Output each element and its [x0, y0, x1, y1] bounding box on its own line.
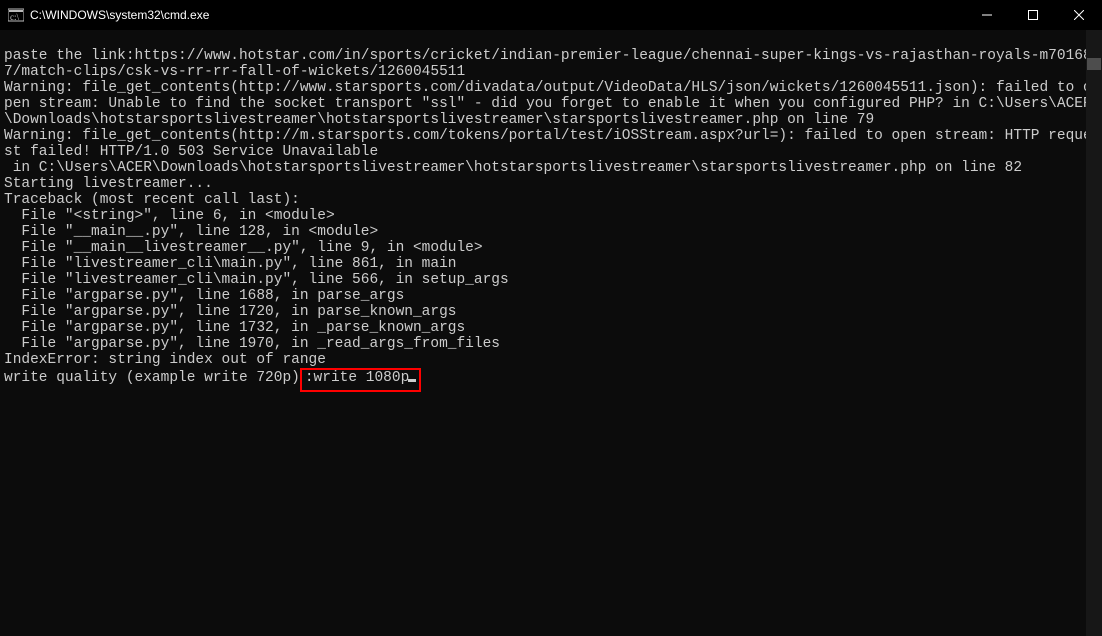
text-cursor: [408, 379, 416, 382]
output-line: File "livestreamer_cli\main.py", line 56…: [4, 272, 1098, 288]
window-controls: [964, 0, 1102, 30]
output-line: File "argparse.py", line 1970, in _read_…: [4, 336, 1098, 352]
minimize-button[interactable]: [964, 0, 1010, 30]
output-line: Starting livestreamer...: [4, 176, 1098, 192]
output-line: Warning: file_get_contents(http://www.st…: [4, 80, 1098, 128]
output-line: File "__main__.py", line 128, in <module…: [4, 224, 1098, 240]
maximize-button[interactable]: [1010, 0, 1056, 30]
highlighted-input: :write 1080p: [300, 368, 421, 392]
output-line: File "argparse.py", line 1732, in _parse…: [4, 320, 1098, 336]
vertical-scrollbar[interactable]: [1086, 30, 1102, 636]
output-line: File "__main__livestreamer__.py", line 9…: [4, 240, 1098, 256]
close-button[interactable]: [1056, 0, 1102, 30]
output-line: paste the link:https://www.hotstar.com/i…: [4, 48, 1098, 80]
output-line: File "<string>", line 6, in <module>: [4, 208, 1098, 224]
user-input[interactable]: :write 1080p: [305, 370, 409, 386]
window-titlebar[interactable]: c:\ C:\WINDOWS\system32\cmd.exe: [0, 0, 1102, 30]
output-line: Warning: file_get_contents(http://m.star…: [4, 128, 1098, 160]
terminal-output[interactable]: paste the link:https://www.hotstar.com/i…: [0, 30, 1102, 636]
output-line: in C:\Users\ACER\Downloads\hotstarsports…: [4, 160, 1098, 176]
output-line: IndexError: string index out of range: [4, 352, 1098, 368]
cmd-icon: c:\: [8, 7, 24, 23]
window-title: C:\WINDOWS\system32\cmd.exe: [30, 7, 964, 23]
output-line: File "argparse.py", line 1688, in parse_…: [4, 288, 1098, 304]
prompt-prefix: write quality (example write 720p): [4, 370, 300, 386]
output-line: File "livestreamer_cli\main.py", line 86…: [4, 256, 1098, 272]
output-line: File "argparse.py", line 1720, in parse_…: [4, 304, 1098, 320]
svg-text:c:\: c:\: [10, 12, 19, 22]
output-line: Traceback (most recent call last):: [4, 192, 1098, 208]
scrollbar-thumb[interactable]: [1087, 58, 1101, 70]
